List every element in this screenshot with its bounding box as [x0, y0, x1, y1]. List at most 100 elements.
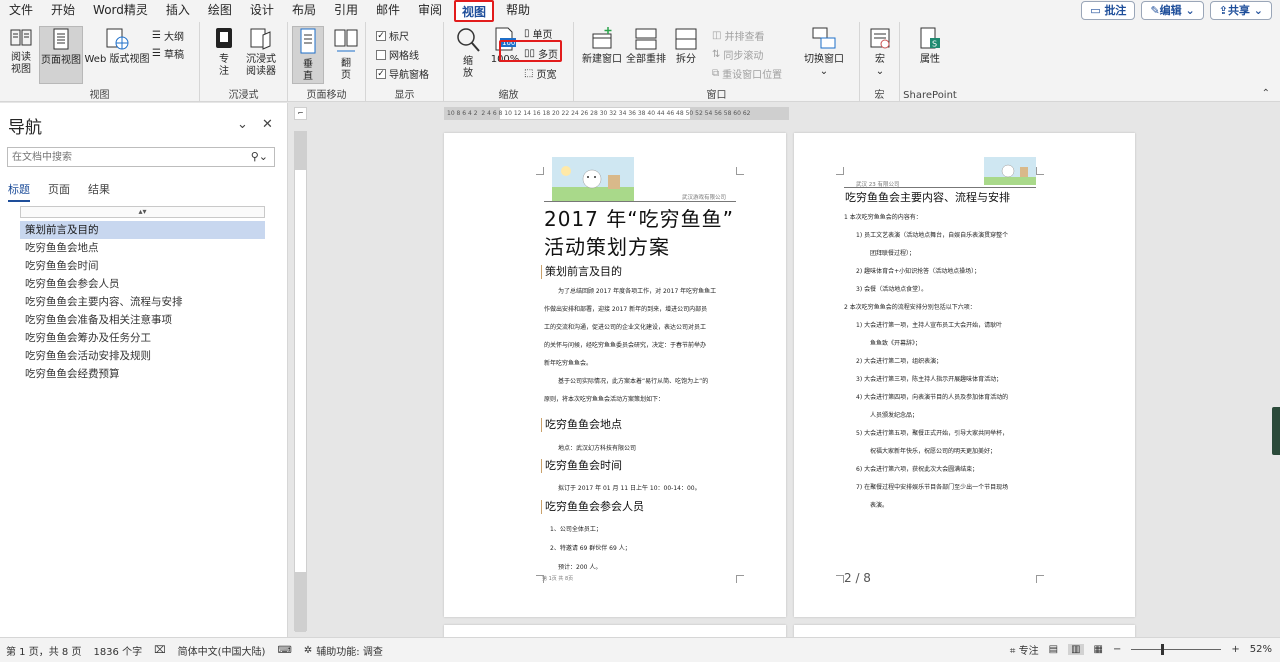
nav-heading-item[interactable]: 策划前言及目的: [20, 221, 265, 239]
menu-tab-layout[interactable]: 布局: [283, 0, 325, 22]
comment-button[interactable]: ▭ 批注: [1081, 1, 1136, 20]
zoom-out-button[interactable]: −: [1113, 644, 1121, 655]
menu-tab-review[interactable]: 审阅: [409, 0, 451, 22]
web-layout-icon[interactable]: ▦: [1094, 644, 1103, 655]
page-count[interactable]: 第 1 页，共 8 页: [6, 643, 81, 658]
menu-tab-mailings[interactable]: 邮件: [367, 0, 409, 22]
immersive-reader-icon: [250, 28, 271, 50]
nav-heading-item[interactable]: 吃穷鱼鱼会活动安排及规则: [20, 347, 265, 365]
focus-mode-button[interactable]: ⌗ 专注: [1010, 642, 1039, 657]
predictions-status[interactable]: ⌨: [277, 645, 291, 656]
menu-tab-insert[interactable]: 插入: [157, 0, 199, 22]
tab-selector[interactable]: ⌐: [294, 107, 307, 120]
nav-heading-item[interactable]: 吃穷鱼鱼会主要内容、流程与安排: [20, 293, 265, 311]
chevron-down-icon: ⌄: [875, 66, 885, 77]
word-count[interactable]: 1836 个字: [93, 643, 142, 658]
one-page-icon: ▯: [524, 28, 530, 39]
properties-button[interactable]: S 属性: [916, 26, 944, 66]
share-button[interactable]: ⇪共享 ⌄: [1209, 1, 1272, 20]
split-button[interactable]: 拆分: [672, 26, 700, 66]
view-side-by-side-button[interactable]: ◫ 并排查看: [712, 28, 764, 43]
chevron-down-icon[interactable]: ⌄: [237, 117, 248, 132]
read-mode-button[interactable]: 阅读视图: [4, 26, 38, 76]
nav-search-input[interactable]: [8, 148, 238, 166]
draft-button[interactable]: ☰ 草稿: [152, 46, 184, 61]
menu-bar: 文件 开始 Word精灵 插入 绘图 设计 布局 引用 邮件 审阅 视图 帮助 …: [0, 0, 1280, 22]
read-mode-icon[interactable]: ▤: [1049, 644, 1058, 655]
menu-tab-view[interactable]: 视图: [454, 0, 495, 22]
switch-windows-button[interactable]: 切换窗口 ⌄: [802, 26, 846, 78]
document-page-3[interactable]: [444, 625, 786, 637]
search-icon[interactable]: ⚲⌄: [251, 150, 268, 163]
pencil-icon: ✎: [1150, 4, 1160, 17]
keyboard-icon: ⌨: [277, 644, 292, 656]
zoom-button[interactable]: 缩放: [454, 26, 482, 80]
web-layout-button[interactable]: Web 版式视图: [84, 26, 150, 66]
synchronous-scrolling-button[interactable]: ⇅ 同步滚动: [712, 47, 763, 62]
menu-tab-draw[interactable]: 绘图: [199, 0, 241, 22]
nav-tab-results[interactable]: 结果: [88, 181, 110, 202]
nav-tab-headings[interactable]: 标题: [8, 181, 30, 202]
edit-button[interactable]: ✎编辑 ⌄: [1141, 1, 1204, 20]
outline-icon: ☰: [152, 30, 161, 41]
menu-tab-references[interactable]: 引用: [325, 0, 367, 22]
ribbon-group-macros: 宏 ⌄ 宏: [860, 22, 900, 102]
menu-tab-design[interactable]: 设计: [241, 0, 283, 22]
immersive-reader-button[interactable]: 沉浸式阅读器: [242, 26, 280, 78]
nav-search-box: ⚲⌄: [7, 147, 275, 167]
one-page-button[interactable]: ▯ 单页: [524, 26, 553, 41]
close-icon[interactable]: ✕: [262, 117, 273, 132]
nav-heading-item[interactable]: 吃穷鱼鱼会地点: [20, 239, 265, 257]
menu-tab-home[interactable]: 开始: [42, 0, 84, 22]
print-layout-button[interactable]: 页面视图: [39, 26, 83, 84]
document-page-1[interactable]: 武汉游戏有限公司 2017 年“吃穷鱼鱼” 活动策划方案 策划前言及目的 为了总…: [444, 133, 786, 617]
arrange-all-button[interactable]: 全部重排: [624, 26, 668, 66]
menu-tab-word-genie[interactable]: Word精灵: [84, 0, 157, 22]
process-list: 1 本次吃穷鱼鱼会的内容有： 1) 员工文艺表演（活动地点舞台，自娱自乐表演贯穿…: [844, 214, 1009, 509]
navigation-pane-checkbox[interactable]: ✓ 导航窗格: [376, 66, 429, 81]
nav-heading-item[interactable]: 吃穷鱼鱼会准备及相关注意事项: [20, 311, 265, 329]
document-page-2[interactable]: 武汉 23 有限公司 吃穷鱼鱼会主要内容、流程与安排 1 本次吃穷鱼鱼会的内容有…: [794, 133, 1135, 617]
arrange-all-icon: [635, 28, 657, 50]
zoom-in-button[interactable]: +: [1231, 644, 1239, 655]
collapse-all-button[interactable]: ▴▾: [20, 206, 265, 218]
page-number: 2 / 8: [844, 571, 871, 585]
new-window-button[interactable]: 新建窗口: [580, 26, 624, 66]
vertical-ruler[interactable]: [294, 131, 307, 632]
reset-window-position-button[interactable]: ⧉ 重设窗口位置: [712, 66, 782, 81]
document-page-4[interactable]: [794, 625, 1135, 637]
side-panel-handle[interactable]: [1272, 407, 1280, 455]
outline-button[interactable]: ☰ 大纲: [152, 28, 184, 43]
vertical-movement-button[interactable]: 垂直: [292, 26, 324, 84]
checkbox-checked-icon: ✓: [376, 68, 386, 79]
gridlines-checkbox[interactable]: 网格线: [376, 47, 419, 62]
accessibility-status[interactable]: ✲ 辅助功能: 调查: [304, 643, 383, 658]
side-to-side-button[interactable]: 翻页: [330, 26, 362, 82]
nav-heading-item[interactable]: 吃穷鱼鱼会筹办及任务分工: [20, 329, 265, 347]
nav-tab-pages[interactable]: 页面: [48, 181, 70, 202]
nav-heading-item[interactable]: 吃穷鱼鱼会参会人员: [20, 275, 265, 293]
menu-tab-file[interactable]: 文件: [0, 0, 42, 22]
ruler-checkbox[interactable]: ✓ 标尺: [376, 28, 409, 43]
proofing-status[interactable]: ⌧: [154, 645, 166, 656]
highlight-multiple-pages: [499, 40, 562, 62]
nav-heading-item[interactable]: 吃穷鱼鱼会时间: [20, 257, 265, 275]
document-area[interactable]: ⌐ 10 8 6 4 2 2 4 6 8 10 12 14 16 18 20 2…: [289, 103, 1280, 637]
collapse-ribbon-icon[interactable]: ⌃: [1262, 88, 1270, 99]
page-width-button[interactable]: ⬚ 页宽: [524, 66, 556, 81]
side-to-side-icon: [334, 29, 358, 52]
print-layout-icon[interactable]: ▥: [1068, 644, 1084, 655]
document-title: 2017 年“吃穷鱼鱼” 活动策划方案: [544, 207, 734, 259]
new-window-icon: [592, 27, 612, 49]
macros-button[interactable]: 宏 ⌄: [866, 26, 894, 78]
nav-heading-item[interactable]: 吃穷鱼鱼会经费预算: [20, 365, 265, 383]
share-icon: ⇪: [1218, 4, 1228, 17]
horizontal-ruler[interactable]: 10 8 6 4 2 2 4 6 8 10 12 14 16 18 20 22 …: [444, 107, 789, 120]
zoom-slider[interactable]: [1131, 644, 1222, 655]
macro-icon: [870, 28, 890, 49]
language-status[interactable]: 简体中文(中国大陆): [178, 643, 266, 658]
menu-tab-help[interactable]: 帮助: [497, 0, 539, 22]
focus-button[interactable]: 专注: [212, 26, 236, 78]
reset-window-icon: ⧉: [712, 68, 720, 79]
zoom-level[interactable]: 52%: [1250, 644, 1272, 655]
